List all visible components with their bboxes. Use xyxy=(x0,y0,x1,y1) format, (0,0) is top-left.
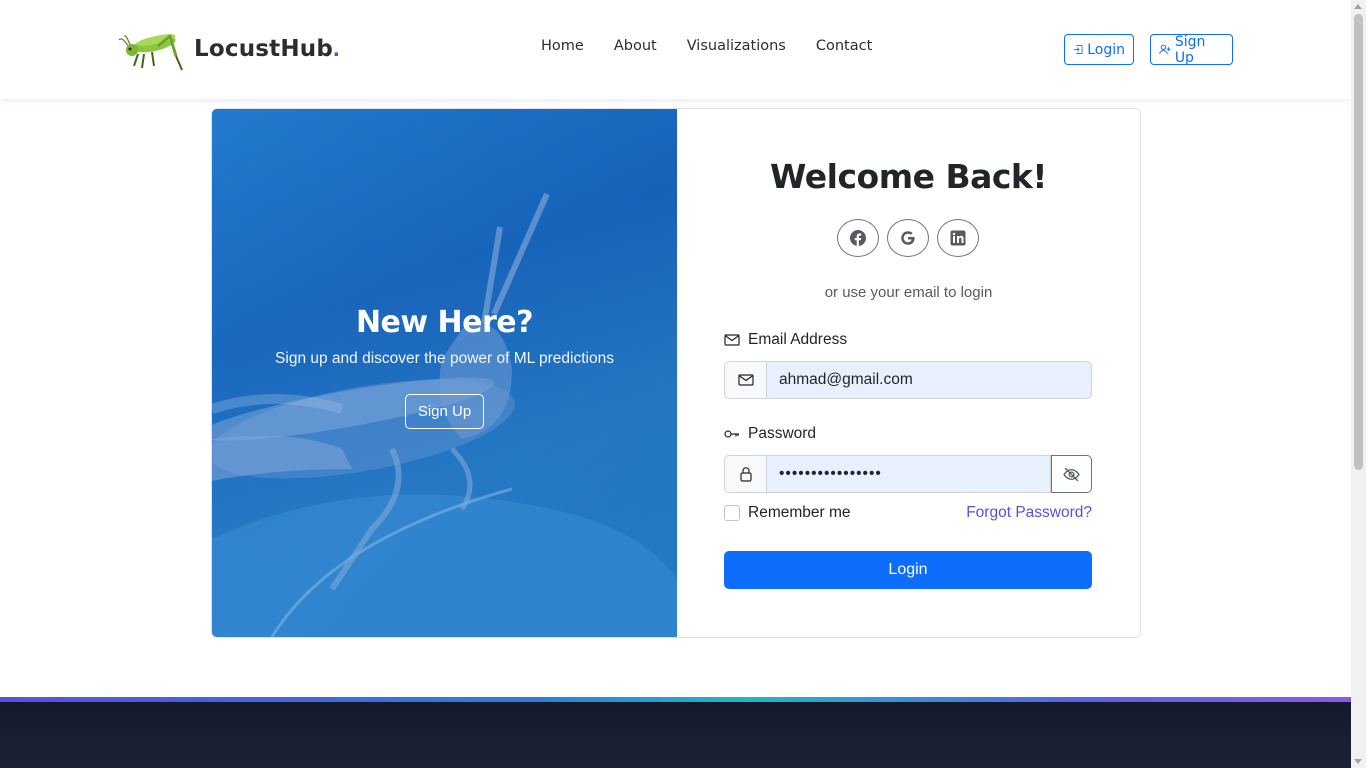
scroll-down-arrow-icon[interactable] xyxy=(1354,759,1362,764)
login-form-panel: Welcome Back! or use your email to login… xyxy=(677,109,1140,637)
nav-signup-button[interactable]: Sign Up xyxy=(1150,33,1233,66)
footer xyxy=(0,702,1351,768)
signup-promo-panel: New Here? Sign up and discover the power… xyxy=(212,109,677,637)
nav-signup-label: Sign Up xyxy=(1174,33,1206,66)
email-addon xyxy=(724,361,766,399)
google-login-button[interactable] xyxy=(887,219,929,257)
lock-icon xyxy=(739,467,752,482)
remember-me-label: Remember me xyxy=(748,504,851,521)
login-card: New Here? Sign up and discover the power… xyxy=(211,108,1141,638)
login-icon xyxy=(1073,45,1083,54)
eye-slash-icon xyxy=(1063,467,1080,481)
nav-link-contact[interactable]: Contact xyxy=(816,38,872,54)
promo-subtitle: Sign up and discover the power of ML pre… xyxy=(275,350,614,367)
nav-link-about[interactable]: About xyxy=(614,38,657,54)
nav-link-visualizations[interactable]: Visualizations xyxy=(687,38,786,54)
scrollbar-thumb[interactable] xyxy=(1354,14,1363,470)
facebook-icon xyxy=(850,230,866,246)
brand-name: LocustHub xyxy=(194,36,334,62)
grasshopper-icon xyxy=(118,34,183,71)
facebook-login-button[interactable] xyxy=(837,219,879,257)
envelope-icon xyxy=(724,334,740,346)
nav-login-button[interactable]: Login xyxy=(1064,34,1134,65)
password-input-group xyxy=(724,455,1092,493)
password-addon xyxy=(724,455,766,493)
linkedin-login-button[interactable] xyxy=(937,219,979,257)
nav-login-label: Login xyxy=(1087,41,1125,58)
password-label-row: Password xyxy=(724,425,816,443)
promo-title: New Here? xyxy=(355,305,534,340)
navbar: LocustHub. Home About Visualizations Con… xyxy=(0,0,1351,99)
remember-me-checkbox[interactable] xyxy=(724,505,740,521)
or-email-text: or use your email to login xyxy=(824,284,993,301)
person-plus-icon xyxy=(1159,44,1171,54)
email-input-group xyxy=(724,361,1092,399)
linkedin-icon xyxy=(950,230,966,246)
forgot-password-link[interactable]: Forgot Password? xyxy=(966,504,1092,522)
page-scrollbar[interactable] xyxy=(1351,0,1366,768)
brand-dot: . xyxy=(333,35,340,62)
password-input[interactable] xyxy=(766,455,1051,493)
login-submit-button[interactable]: Login xyxy=(724,551,1092,589)
nav-links: Home About Visualizations Contact xyxy=(541,38,902,54)
remember-me: Remember me xyxy=(724,504,851,522)
social-login-buttons xyxy=(837,219,987,257)
google-icon xyxy=(901,231,915,245)
password-label: Password xyxy=(748,425,817,442)
promo-signup-button[interactable]: Sign Up xyxy=(404,394,485,429)
brand[interactable]: LocustHub. xyxy=(118,26,340,72)
email-input[interactable] xyxy=(766,361,1092,399)
envelope-icon xyxy=(737,374,754,386)
key-icon xyxy=(724,430,739,438)
login-title: Welcome Back! xyxy=(770,157,1047,196)
email-label: Email Address xyxy=(748,331,848,348)
promo-content: New Here? Sign up and discover the power… xyxy=(212,305,677,429)
scroll-up-arrow-icon[interactable] xyxy=(1354,4,1362,9)
toggle-password-visibility-button[interactable] xyxy=(1051,455,1092,493)
email-label-row: Email Address xyxy=(724,331,847,349)
nav-link-home[interactable]: Home xyxy=(541,38,584,54)
